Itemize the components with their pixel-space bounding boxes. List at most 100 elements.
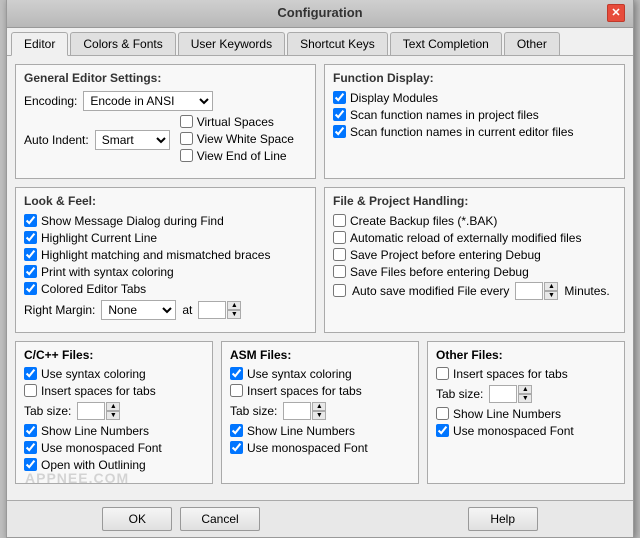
other-monospaced-checkbox[interactable] — [436, 424, 449, 437]
other-insert-spaces-checkbox[interactable] — [436, 367, 449, 380]
backup-checkbox[interactable] — [333, 214, 346, 227]
cpp-use-syntax-label: Use syntax coloring — [41, 367, 146, 381]
show-message-label: Show Message Dialog during Find — [41, 214, 224, 228]
backup-label: Create Backup files (*.BAK) — [350, 214, 497, 228]
other-tab-spin-buttons: ▲ ▼ — [518, 385, 532, 403]
asm-insert-spaces-checkbox[interactable] — [230, 384, 243, 397]
show-message-row: Show Message Dialog during Find — [24, 214, 307, 228]
tab-other[interactable]: Other — [504, 32, 560, 55]
asm-tab-spin-up[interactable]: ▲ — [312, 402, 326, 411]
asm-use-syntax-checkbox[interactable] — [230, 367, 243, 380]
cpp-insert-spaces-row: Insert spaces for tabs — [24, 384, 204, 398]
tab-shortcut-keys[interactable]: Shortcut Keys — [287, 32, 388, 55]
tab-user-keywords[interactable]: User Keywords — [178, 32, 285, 55]
asm-show-line-checkbox[interactable] — [230, 424, 243, 437]
asm-show-line-label: Show Line Numbers — [247, 424, 355, 438]
function-display-title: Function Display: — [333, 71, 616, 85]
view-white-space-checkbox[interactable] — [180, 132, 193, 145]
asm-tab-spin-down[interactable]: ▼ — [312, 411, 326, 420]
ok-button[interactable]: OK — [102, 507, 172, 531]
print-syntax-checkbox[interactable] — [24, 265, 37, 278]
scan-current-checkbox[interactable] — [333, 125, 346, 138]
other-files-title: Other Files: — [436, 348, 616, 362]
tab-editor[interactable]: Editor — [11, 32, 68, 56]
virtual-spaces-checkbox[interactable] — [180, 115, 193, 128]
cpp-files-title: C/C++ Files: — [24, 348, 204, 362]
print-syntax-label: Print with syntax coloring — [41, 265, 174, 279]
function-display-section: Function Display: Display Modules Scan f… — [324, 64, 625, 179]
margin-value-input[interactable]: 80 — [198, 301, 226, 319]
colored-tabs-checkbox[interactable] — [24, 282, 37, 295]
tab-colors-fonts[interactable]: Colors & Fonts — [70, 32, 175, 55]
tab-text-completion[interactable]: Text Completion — [390, 32, 502, 55]
view-white-space-row: View White Space — [180, 132, 294, 146]
highlight-braces-checkbox[interactable] — [24, 248, 37, 261]
scan-project-checkbox[interactable] — [333, 108, 346, 121]
other-show-line-row: Show Line Numbers — [436, 407, 616, 421]
encoding-select[interactable]: Encode in ANSI — [83, 91, 213, 111]
tabs-bar: Editor Colors & Fonts User Keywords Shor… — [7, 28, 633, 56]
cpp-tab-spin-down[interactable]: ▼ — [106, 411, 120, 420]
highlight-line-checkbox[interactable] — [24, 231, 37, 244]
auto-indent-select[interactable]: Smart — [95, 130, 170, 150]
save-project-checkbox[interactable] — [333, 248, 346, 261]
auto-reload-checkbox[interactable] — [333, 231, 346, 244]
asm-monospaced-checkbox[interactable] — [230, 441, 243, 454]
cpp-use-syntax-checkbox[interactable] — [24, 367, 37, 380]
scan-project-row: Scan function names in project files — [333, 108, 616, 122]
right-margin-label: Right Margin: — [24, 303, 95, 317]
asm-monospaced-label: Use monospaced Font — [247, 441, 368, 455]
colored-tabs-label: Colored Editor Tabs — [41, 282, 146, 296]
asm-insert-spaces-row: Insert spaces for tabs — [230, 384, 410, 398]
other-tab-spin-up[interactable]: ▲ — [518, 385, 532, 394]
help-button[interactable]: Help — [468, 507, 538, 531]
margin-spinbox: 80 ▲ ▼ — [198, 301, 241, 319]
auto-save-label: Auto save modified File every — [352, 284, 509, 298]
other-tab-size-spinbox: 4 ▲ ▼ — [489, 385, 532, 403]
auto-save-spin-down[interactable]: ▼ — [544, 291, 558, 300]
auto-save-spin-up[interactable]: ▲ — [544, 282, 558, 291]
highlight-line-label: Highlight Current Line — [41, 231, 157, 245]
other-tab-spin-down[interactable]: ▼ — [518, 394, 532, 403]
file-project-section: File & Project Handling: Create Backup f… — [324, 187, 625, 333]
view-end-of-line-label: View End of Line — [197, 149, 287, 163]
highlight-line-row: Highlight Current Line — [24, 231, 307, 245]
configuration-window: Configuration ✕ Editor Colors & Fonts Us… — [6, 0, 634, 538]
cpp-tab-spin-up[interactable]: ▲ — [106, 402, 120, 411]
bottom-bar: OK Cancel Help — [7, 500, 633, 537]
look-feel-section: Look & Feel: Show Message Dialog during … — [15, 187, 316, 333]
cpp-insert-spaces-checkbox[interactable] — [24, 384, 37, 397]
window-title: Configuration — [33, 5, 607, 20]
asm-files-section: ASM Files: Use syntax coloring Insert sp… — [221, 341, 419, 484]
general-editor-title: General Editor Settings: — [24, 71, 307, 85]
other-files-section: Other Files: Insert spaces for tabs Tab … — [427, 341, 625, 484]
auto-save-checkbox[interactable] — [333, 284, 346, 297]
watermark: APPNEE.COM — [25, 470, 129, 486]
auto-save-value-input[interactable]: 5 — [515, 282, 543, 300]
asm-insert-spaces-label: Insert spaces for tabs — [247, 384, 362, 398]
encoding-row: Encoding: Encode in ANSI — [24, 91, 307, 111]
general-editor-section: General Editor Settings: Encoding: Encod… — [15, 64, 316, 179]
margin-spin-buttons: ▲ ▼ — [227, 301, 241, 319]
cpp-tab-size-row: Tab size: 2 ▲ ▼ — [24, 402, 204, 420]
other-tab-size-input[interactable]: 4 — [489, 385, 517, 403]
display-modules-checkbox[interactable] — [333, 91, 346, 104]
margin-spin-up[interactable]: ▲ — [227, 301, 241, 310]
cancel-button[interactable]: Cancel — [180, 507, 259, 531]
at-label: at — [182, 303, 192, 317]
cpp-tab-size-input[interactable]: 2 — [77, 402, 105, 420]
cpp-show-line-checkbox[interactable] — [24, 424, 37, 437]
right-margin-row: Right Margin: None at 80 ▲ ▼ — [24, 300, 307, 320]
asm-tab-size-input[interactable]: 4 — [283, 402, 311, 420]
other-show-line-checkbox[interactable] — [436, 407, 449, 420]
save-files-checkbox[interactable] — [333, 265, 346, 278]
cpp-monospaced-checkbox[interactable] — [24, 441, 37, 454]
right-margin-select[interactable]: None — [101, 300, 176, 320]
show-message-checkbox[interactable] — [24, 214, 37, 227]
view-end-of-line-checkbox[interactable] — [180, 149, 193, 162]
print-syntax-row: Print with syntax coloring — [24, 265, 307, 279]
margin-spin-down[interactable]: ▼ — [227, 310, 241, 319]
display-modules-label: Display Modules — [350, 91, 438, 105]
close-button[interactable]: ✕ — [607, 4, 625, 22]
other-tab-size-label: Tab size: — [436, 387, 483, 401]
